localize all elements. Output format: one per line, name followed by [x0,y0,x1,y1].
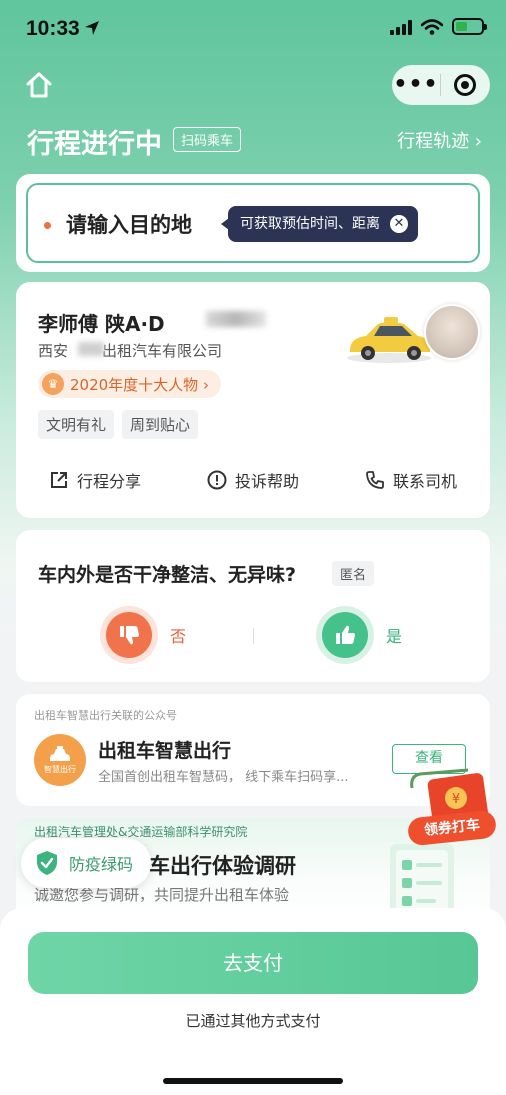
anonymous-tag: 匿名 [332,561,375,586]
contact-driver-button[interactable]: 联系司机 [365,468,457,492]
driver-tags: 文明有礼 周到贴心 [38,410,199,439]
tooltip-close-icon[interactable]: ✕ [390,215,408,233]
wifi-icon [421,18,443,35]
driver-actions: 行程分享 投诉帮助 联系司机 [16,468,490,492]
contact-driver-label: 联系司机 [392,472,457,491]
battery-icon [452,18,487,35]
home-indicator [163,1078,343,1084]
thumbs-down-icon [106,612,152,658]
complaint-help-button[interactable]: 投诉帮助 [207,468,299,492]
driver-company: 西安 出租汽车有限公司 [38,342,223,360]
company-redaction [78,342,104,356]
driver-tag: 文明有礼 [38,410,115,439]
destination-card: 请输入目的地 可获取预估时间、距离 ✕ [16,174,490,272]
title-row: 行程进行中 扫码乘车 行程轨迹 › [27,122,482,162]
taxi-car-image [347,317,431,363]
more-menu-icon[interactable]: ••• [392,74,440,96]
trip-share-button[interactable]: 行程分享 [49,468,141,492]
vote-no-button[interactable]: 否 [106,612,186,658]
destination-dot-icon [44,222,51,229]
destination-tooltip: 可获取预估时间、距离 ✕ [221,206,418,242]
paid-other-way-link[interactable]: 已通过其他方式支付 [0,1010,506,1031]
status-time: 10:33 [26,17,80,40]
shield-check-icon [37,851,57,875]
coupon-floating-button[interactable]: ¥ 领券打车 [406,768,500,852]
research-title: 车出行体验调研 [149,854,296,878]
payment-sheet: 去支付 已通过其他方式支付 [0,908,506,1095]
health-code-badge[interactable]: 防疫绿码 [21,838,151,888]
survey-question: 车内外是否干净整洁、无异味? [38,564,297,586]
crown-icon: ♛ [42,373,64,395]
location-arrow-icon [85,21,99,35]
scan-ride-tag: 扫码乘车 [173,127,242,152]
driver-name-plate: 李师傅 陕A·D [38,312,165,336]
status-bar: 10:33 [0,0,506,58]
close-target-icon[interactable] [441,74,489,96]
trip-track-link[interactable]: 行程轨迹 › [397,127,482,153]
official-account-title: 出租车智慧出行 [98,740,232,762]
vote-no-label: 否 [170,627,187,646]
alert-icon [207,470,227,490]
tooltip-text: 可获取预估时间、距离 [240,216,380,232]
phone-icon [366,471,384,489]
health-code-label: 防疫绿码 [69,855,134,874]
official-account-logo: 智慧出行 [34,734,86,786]
svg-text:¥: ¥ [452,792,460,807]
cleanliness-survey-card: 车内外是否干净整洁、无异味? 匿名 否 是 [16,530,490,682]
page-title: 行程进行中 [27,129,162,160]
share-icon [50,472,67,488]
official-account-subtitle: 出租车智慧出行关联的公众号 [34,709,177,722]
driver-card: 李师傅 陕A·D 西安 出租汽车有限公司 ♛ 2020年度十大人物 › 文明有礼 … [16,282,490,518]
destination-input[interactable]: 请输入目的地 可获取预估时间、距离 ✕ [26,183,480,263]
driver-tag: 周到贴心 [122,410,199,439]
mini-program-capsule: ••• [392,65,490,105]
official-account-description: 全国首创出租车智慧码， 线下乘车扫码享... [98,770,349,785]
thumbs-up-icon [322,612,368,658]
destination-placeholder[interactable]: 请输入目的地 [66,209,192,239]
plate-redaction [206,311,266,327]
official-account-logo-text: 智慧出行 [44,764,76,774]
taxi-logo-icon [50,745,70,761]
vote-divider [253,628,254,644]
pay-button[interactable]: 去支付 [28,932,478,994]
vote-yes-label: 是 [386,627,403,646]
trip-share-label: 行程分享 [76,472,141,491]
driver-award-badge[interactable]: ♛ 2020年度十大人物 › [38,370,221,398]
award-text: 2020年度十大人物 › [70,375,209,394]
home-icon[interactable] [24,70,54,100]
vote-yes-button[interactable]: 是 [322,612,402,658]
driver-avatar [424,304,480,360]
cellular-signal-icon [390,19,412,35]
complaint-help-label: 投诉帮助 [234,472,299,491]
